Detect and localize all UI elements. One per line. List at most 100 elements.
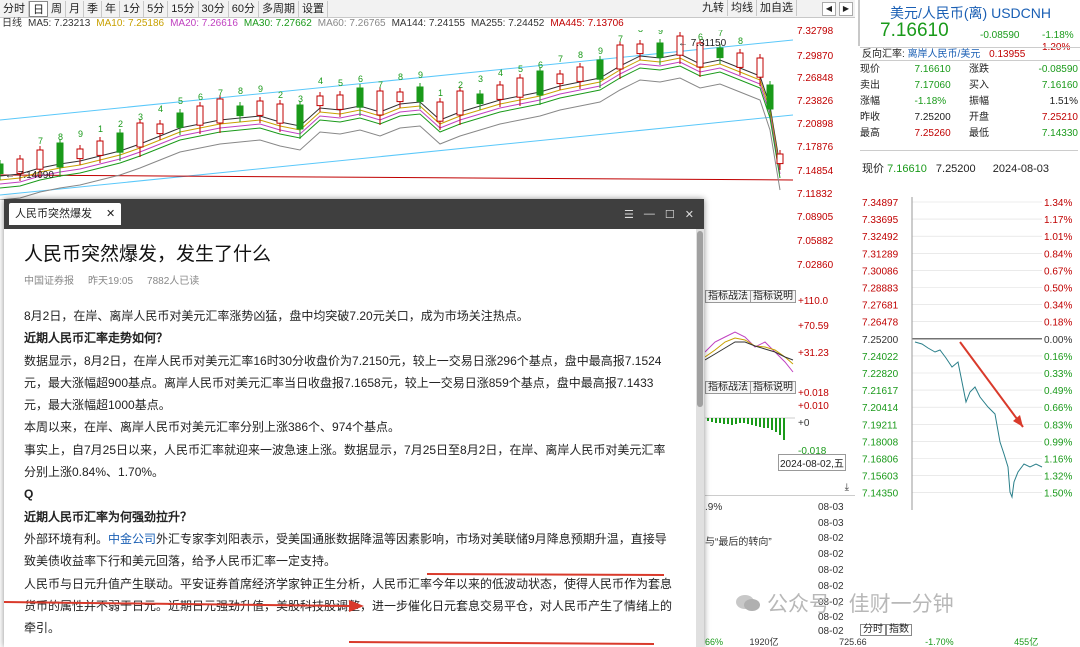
intraday-price-tick: 7.14350 xyxy=(862,489,899,500)
nine-turn-digit: 5 xyxy=(178,96,183,106)
next-arrow-icon[interactable]: ▶ xyxy=(839,2,853,16)
settings-tab[interactable]: 设置 xyxy=(299,0,328,17)
period-tab-1min[interactable]: 1分 xyxy=(120,0,145,17)
list-item[interactable]: .9% 08-03 xyxy=(705,502,855,513)
news-tab[interactable]: 人民币突然爆发 ✕ xyxy=(9,203,122,225)
intraday-price-tick: 7.28883 xyxy=(862,284,899,295)
nine-turn-digit: 2 xyxy=(118,119,123,129)
nine-turn-digit: 6 xyxy=(198,92,203,102)
prev-arrow-icon[interactable]: ◀ xyxy=(822,2,836,16)
news-tab-title: 人民币突然爆发 xyxy=(15,208,92,220)
ma255-label: MA255: 7.24452 xyxy=(470,18,545,29)
nine-turn-digit: 9 xyxy=(258,84,263,94)
ma10-label: MA10: 7.25186 xyxy=(96,18,165,29)
quote-label: 开盘 xyxy=(969,112,989,123)
intraday-pct-tick: 1.01% xyxy=(1044,232,1072,243)
nine-turn-digit: 3 xyxy=(478,74,483,84)
intraday-price-tick: 7.33695 xyxy=(862,215,899,226)
period-tab-30min[interactable]: 30分 xyxy=(199,0,229,17)
nine-turn-digit: 1 xyxy=(98,124,103,134)
now-label: 现价 xyxy=(862,163,884,175)
price-change: -0.08590 xyxy=(980,30,1020,41)
intraday-header: 现价 7.16610 7.25200 2024-08-03 xyxy=(862,160,1080,176)
status-value: 66% xyxy=(705,637,724,647)
tab-intraday[interactable]: 分时 xyxy=(860,624,886,636)
price-tick: 7.32798 xyxy=(797,26,834,37)
quote-value: 7.17060 xyxy=(914,80,951,91)
candle-body xyxy=(596,59,604,80)
candle-body xyxy=(356,87,364,108)
period-tab-quarter[interactable]: 季 xyxy=(84,0,102,17)
price-tick: 7.08905 xyxy=(797,212,834,223)
candle-body xyxy=(496,84,504,100)
nine-turn-digit: 7 xyxy=(378,80,383,90)
quote-label: 振幅 xyxy=(969,96,989,107)
watermark: 公众号 · 佳财一分钟 xyxy=(735,588,954,618)
quote-row: 现价 7.16610 涨跌 -0.08590 xyxy=(860,62,1078,78)
candle-body xyxy=(756,57,764,78)
indicator-panel: 指标战法 指标说明 +110.0 +70.59 +31.23 指标战法 指标说明… xyxy=(705,288,855,474)
ma445-label: MA445: 7.13706 xyxy=(550,18,624,29)
news-scrollbar-thumb[interactable] xyxy=(697,231,703,407)
nine-turn-digit: 3 xyxy=(298,94,303,104)
candle-body xyxy=(336,94,344,110)
intraday-price-tick: 7.30086 xyxy=(862,266,899,277)
candlestick-chart[interactable]: ← 7.31150← 7.140907 8 9 1 2345 6 7 8 92 34 5 678 912… xyxy=(0,30,793,200)
menu-icon[interactable]: ☰ xyxy=(624,208,634,221)
ma-line-yellow xyxy=(0,57,781,181)
close-icon[interactable]: ✕ xyxy=(685,208,694,221)
nine-turn-digit: 5 xyxy=(518,64,523,74)
period-tab-multi[interactable]: 多周期 xyxy=(259,0,299,17)
tab-close-icon[interactable]: ✕ xyxy=(106,203,115,225)
quote-label: 卖出 xyxy=(860,80,880,91)
nine-turn-digit: 8 xyxy=(398,72,403,82)
candle-body xyxy=(196,105,204,126)
nine-turn-digit: 5 xyxy=(338,78,343,88)
period-tab-60min[interactable]: 60分 xyxy=(229,0,259,17)
candle-body xyxy=(276,103,284,124)
candle-body xyxy=(456,90,464,116)
reverse-link[interactable]: 离岸人民币/美元 xyxy=(908,49,981,60)
candle-body xyxy=(576,66,584,82)
period-tab-month[interactable]: 月 xyxy=(66,0,84,17)
minimize-icon[interactable]: — xyxy=(644,208,655,221)
intraday-pct-tick: 0.50% xyxy=(1044,284,1072,295)
period-tab-day[interactable]: 日 xyxy=(29,0,48,17)
list-item[interactable]: 与“最后的转向” 08-02 xyxy=(705,533,855,548)
ma60-label: MA60: 7.26765 xyxy=(317,18,386,29)
period-tab-15min[interactable]: 15分 xyxy=(168,0,199,17)
candle-body xyxy=(156,123,164,135)
candle-body xyxy=(316,95,324,107)
nine-turn-button[interactable]: 九转 xyxy=(699,0,728,16)
quote-row: 卖出 7.17060 买入 7.16160 xyxy=(860,78,1078,94)
quote-value: 7.16160 xyxy=(1041,80,1078,91)
news-article: 人民币突然爆发，发生了什么 中国证券报 昨天19:05 7882人已读 8月2日… xyxy=(4,229,696,647)
kdj-indicator-chart xyxy=(705,331,794,373)
ma144-label: MA144: 7.24155 xyxy=(391,18,465,29)
period-tab-intraday[interactable]: 分时 xyxy=(0,0,29,17)
period-tab-year[interactable]: 年 xyxy=(102,0,120,17)
period-tab-5min[interactable]: 5分 xyxy=(144,0,169,17)
intraday-chart[interactable]: 7.34897 1.34% 7.33695 1.17% 7.32492 1.01% 7.31… xyxy=(860,192,1080,510)
nine-turn-digit: 9 xyxy=(658,30,663,36)
reverse-label: 反向汇率: xyxy=(862,49,905,60)
nine-turn-digit: 2 xyxy=(278,90,283,100)
ma-prefix: 日线 xyxy=(2,18,22,29)
quote-value: 7.25260 xyxy=(914,128,951,139)
nine-turn-digit: 6 xyxy=(698,32,703,42)
add-watchlist-button[interactable]: 加自选 xyxy=(757,0,797,16)
candle-body xyxy=(636,43,644,55)
ma-button[interactable]: 均线 xyxy=(728,0,757,16)
nine-turn-digit: 9 xyxy=(78,129,83,139)
tab-index[interactable]: 指数 xyxy=(886,624,912,636)
nine-turn-digit: 8 xyxy=(738,36,743,46)
candle-body xyxy=(396,91,404,103)
intraday-pct-tick: 0.00% xyxy=(1044,335,1072,346)
low-price-label: ← 7.14090 xyxy=(5,170,54,181)
price-tick: 7.05882 xyxy=(797,236,834,247)
intraday-price-tick: 7.32492 xyxy=(862,232,899,243)
download-icon[interactable]: ⤓ xyxy=(845,482,849,493)
quote-value: 7.25200 xyxy=(914,112,951,123)
period-tab-week[interactable]: 周 xyxy=(48,0,66,17)
maximize-icon[interactable]: ☐ xyxy=(665,208,675,221)
